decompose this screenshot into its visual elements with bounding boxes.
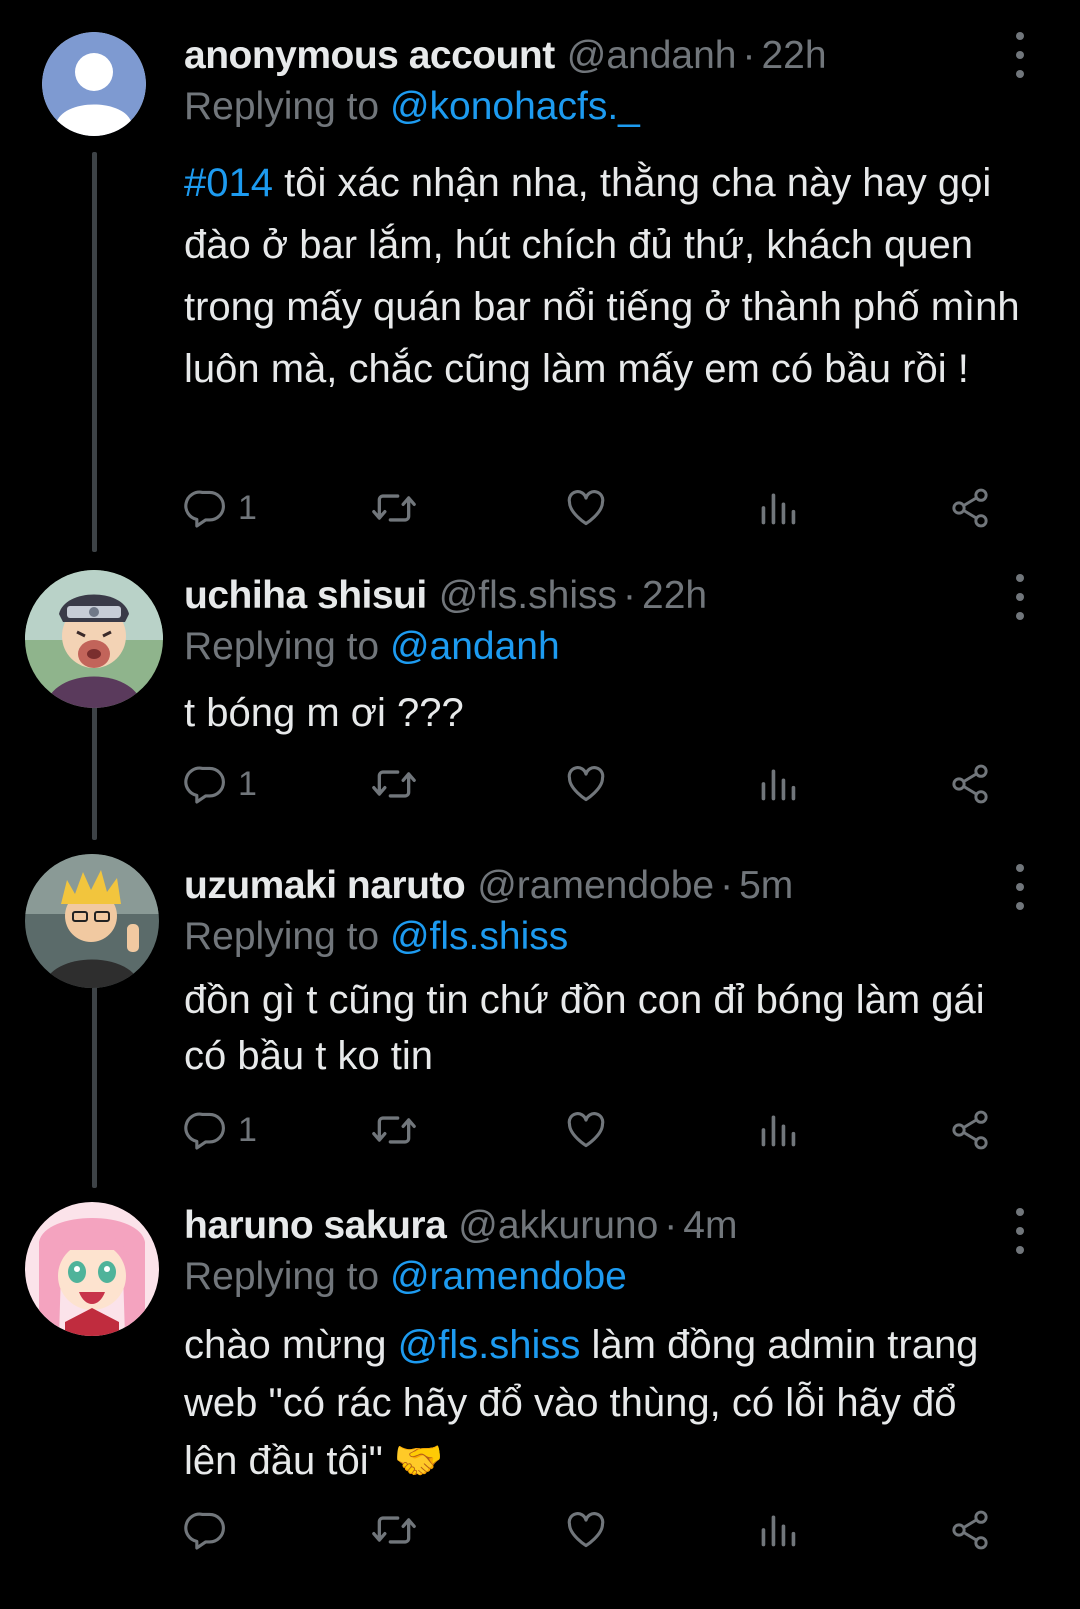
mention-link[interactable]: @andanh [390,625,560,668]
user-handle[interactable]: @akkuruno [458,1200,658,1252]
timestamp[interactable]: 22h [642,570,707,622]
views-button[interactable] [758,480,798,536]
retweet-button[interactable] [370,756,418,812]
reply-icon [184,766,225,804]
views-icon [761,769,796,801]
reply-count: 1 [238,764,257,803]
like-button[interactable] [564,1102,608,1158]
mention-link[interactable]: @ramendobe [390,1255,627,1298]
tweet-text: t bóng m ơi ??? [184,691,464,735]
thread-line [92,984,97,1188]
separator-dot: · [623,574,636,617]
avatar-image [25,854,159,988]
retweet-button[interactable] [370,1102,418,1158]
tweet-header: haruno sakura @akkuruno · 4m [184,1200,1020,1252]
retweet-button[interactable] [370,1502,418,1558]
replying-prefix: Replying to [184,625,390,668]
views-button[interactable] [758,1502,798,1558]
mention-link[interactable]: @fls.shiss [390,915,568,958]
tweet-header: uzumaki naruto @ramendobe · 5m [184,860,1020,912]
share-button[interactable] [948,756,992,812]
retweet-icon [372,1516,416,1544]
display-name[interactable]: uzumaki naruto [184,860,466,912]
replying-prefix: Replying to [184,1255,390,1298]
timestamp[interactable]: 22h [761,30,826,82]
mention-link[interactable]: @fls.shiss [398,1323,581,1367]
heart-icon [567,1112,605,1148]
reply-button[interactable]: 1 [184,480,257,536]
timestamp[interactable]: 5m [739,860,793,912]
share-button[interactable] [948,480,992,536]
reply-button[interactable] [184,1502,238,1558]
avatar[interactable] [25,570,163,708]
views-icon [761,1115,796,1147]
replying-prefix: Replying to [184,85,390,128]
share-icon [952,1510,988,1550]
share-icon [952,488,988,528]
heart-icon [567,1512,605,1548]
reply-count: 1 [238,488,257,527]
reply-button[interactable]: 1 [184,1102,257,1158]
tweet-text: đồn gì t cũng tin chứ đồn con đỉ bóng là… [184,978,985,1078]
separator-dot: · [742,34,756,77]
retweet-icon [372,770,416,798]
user-handle[interactable]: @andanh [567,30,737,82]
heart-icon [567,490,605,526]
display-name[interactable]: uchiha shisui [184,570,427,622]
replying-to: Replying to @andanh [184,622,1020,672]
tweet-text-part: chào mừng [184,1323,398,1367]
thread-line [92,696,97,840]
action-bar: 1 [184,480,1024,536]
like-button[interactable] [564,756,608,812]
timestamp[interactable]: 4m [683,1200,737,1252]
like-button[interactable] [564,1502,608,1558]
share-button[interactable] [948,1102,992,1158]
user-handle[interactable]: @ramendobe [477,860,714,912]
retweet-icon [372,1116,416,1144]
reply-icon [184,490,225,528]
replying-to: Replying to @konohacfs._ [184,82,1020,132]
user-handle[interactable]: @fls.shiss [439,570,617,622]
reply-count: 1 [238,1110,257,1149]
tweet-text: chào mừng @fls.shiss làm đồng admin tran… [184,1316,1020,1490]
like-button[interactable] [564,480,608,536]
reply-button[interactable]: 1 [184,756,257,812]
display-name[interactable]: haruno sakura [184,1200,447,1252]
views-button[interactable] [758,756,798,812]
views-icon [761,1515,796,1547]
tweet-header: anonymous account @andanh · 22h [184,30,1020,82]
action-bar [184,1502,1024,1558]
share-icon [952,1110,988,1150]
retweet-icon [372,494,416,522]
reply-icon [184,1112,225,1150]
avatar-image [25,570,163,708]
tweet-header: uchiha shisui @fls.shiss · 22h [184,570,1020,622]
share-button[interactable] [948,1502,992,1558]
avatar[interactable] [25,854,159,988]
tweet-text-body: tôi xác nhận nha, thằng cha này hay gọi … [184,161,1020,391]
display-name[interactable]: anonymous account [184,30,555,82]
default-avatar-icon [42,32,146,136]
reply-icon [184,1512,225,1550]
avatar-image [25,1202,159,1336]
replying-prefix: Replying to [184,915,390,958]
share-icon [952,764,988,804]
separator-dot: · [720,864,734,907]
action-bar: 1 [184,1102,1024,1158]
thread-line [92,152,97,552]
avatar[interactable] [25,1202,159,1336]
views-button[interactable] [758,1102,798,1158]
views-icon [761,493,796,525]
avatar[interactable] [42,32,146,136]
hashtag-link[interactable]: #014 [184,161,273,205]
action-bar: 1 [184,756,1024,812]
replying-to: Replying to @ramendobe [184,1252,1020,1302]
separator-dot: · [664,1204,678,1247]
mention-link[interactable]: @konohacfs._ [390,85,640,128]
retweet-button[interactable] [370,480,418,536]
tweet-text: #014 tôi xác nhận nha, thằng cha này hay… [184,152,1020,400]
heart-icon [567,766,605,802]
replying-to: Replying to @fls.shiss [184,912,1020,962]
